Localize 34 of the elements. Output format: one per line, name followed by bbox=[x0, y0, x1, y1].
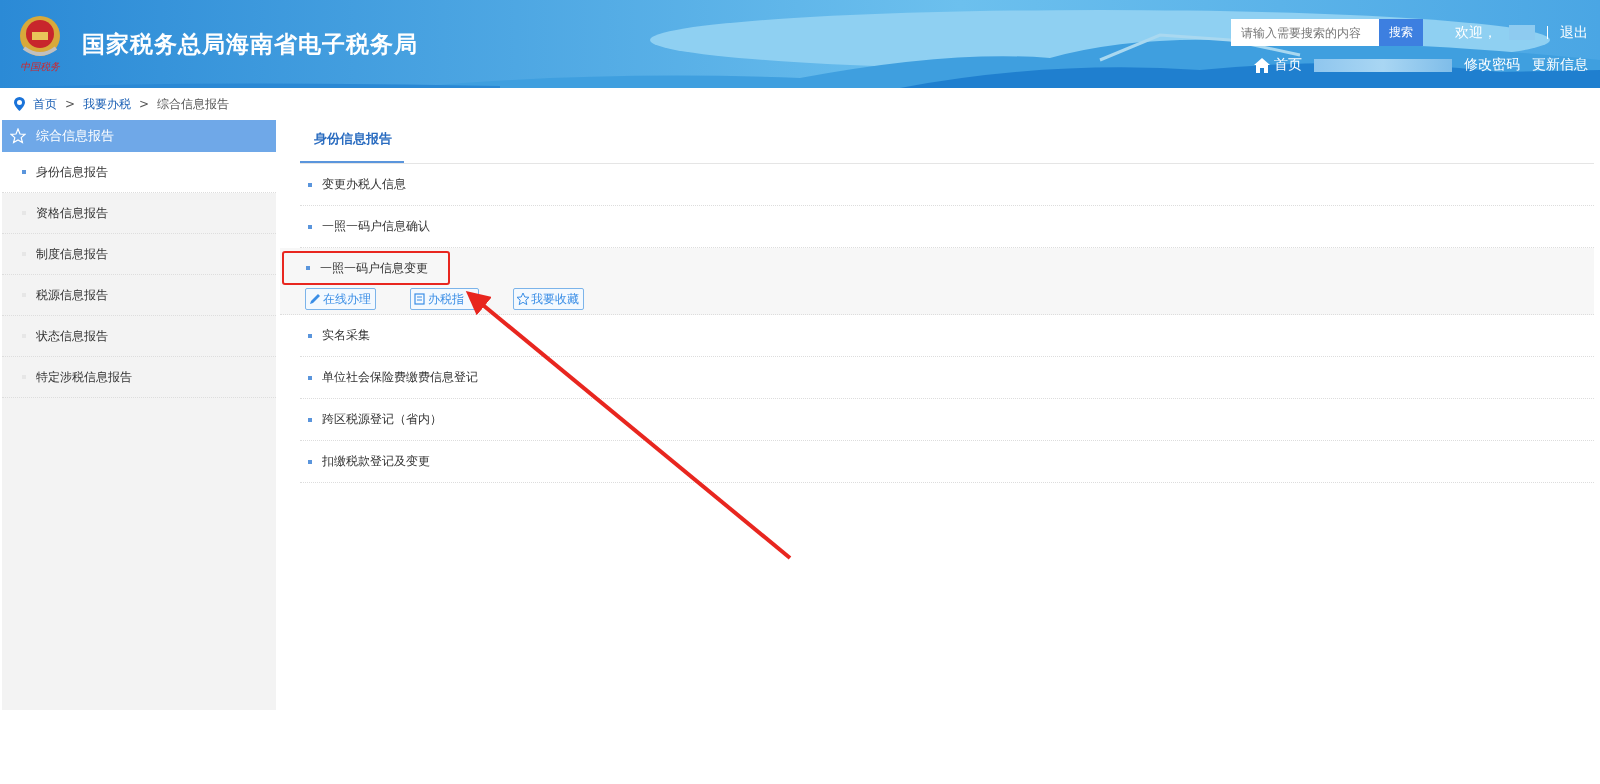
logo-caption: 中国税务 bbox=[20, 60, 60, 74]
breadcrumb-item[interactable]: 首页 bbox=[33, 95, 57, 113]
emblem-icon bbox=[18, 14, 62, 58]
service-item[interactable]: 实名采集 bbox=[300, 318, 372, 353]
home-link[interactable]: 首页 bbox=[1254, 56, 1302, 74]
site-title: 国家税务总局海南省电子税务局 bbox=[82, 29, 418, 59]
search-field[interactable]: 请输入需要搜索的内容 bbox=[1231, 19, 1379, 46]
star-icon bbox=[10, 128, 26, 144]
sidebar-title: 综合信息报告 bbox=[36, 127, 114, 145]
service-item[interactable]: 一照一码户信息变更 bbox=[282, 251, 450, 285]
breadcrumb-separator: > bbox=[139, 97, 150, 111]
sidebar-item[interactable]: 特定涉税信息报告 bbox=[2, 357, 276, 398]
sidebar-item[interactable]: 身份信息报告 bbox=[2, 152, 276, 193]
breadcrumb-separator: > bbox=[65, 97, 76, 111]
tab[interactable]: 身份信息报告 bbox=[300, 124, 404, 163]
redacted-name bbox=[1509, 25, 1535, 40]
breadcrumb-item[interactable]: 我要办税 bbox=[83, 95, 132, 113]
location-pin-icon bbox=[14, 97, 25, 111]
sidebar-item[interactable]: 税源信息报告 bbox=[2, 275, 276, 316]
home-icon bbox=[1254, 57, 1270, 73]
service-item[interactable]: 变更办税人信息 bbox=[300, 167, 408, 202]
sidebar-item[interactable]: 制度信息报告 bbox=[2, 234, 276, 275]
service-item[interactable]: 单位社会保险费缴费信息登记 bbox=[300, 360, 480, 395]
breadcrumb-item: 综合信息报告 bbox=[157, 95, 230, 113]
service-item[interactable]: 扣缴税款登记及变更 bbox=[300, 444, 432, 479]
service-item[interactable]: 跨区税源登记（省内） bbox=[300, 402, 444, 437]
sidebar-item[interactable]: 资格信息报告 bbox=[2, 193, 276, 234]
search-button[interactable]: 搜索 bbox=[1379, 19, 1423, 46]
sidebar-item[interactable]: 状态信息报告 bbox=[2, 316, 276, 357]
pencil-icon bbox=[308, 292, 322, 306]
welcome-text: 欢迎， bbox=[1455, 23, 1497, 42]
service-item[interactable]: 一照一码户信息确认 bbox=[300, 209, 432, 244]
star-icon bbox=[516, 292, 530, 306]
document-icon bbox=[413, 292, 427, 306]
